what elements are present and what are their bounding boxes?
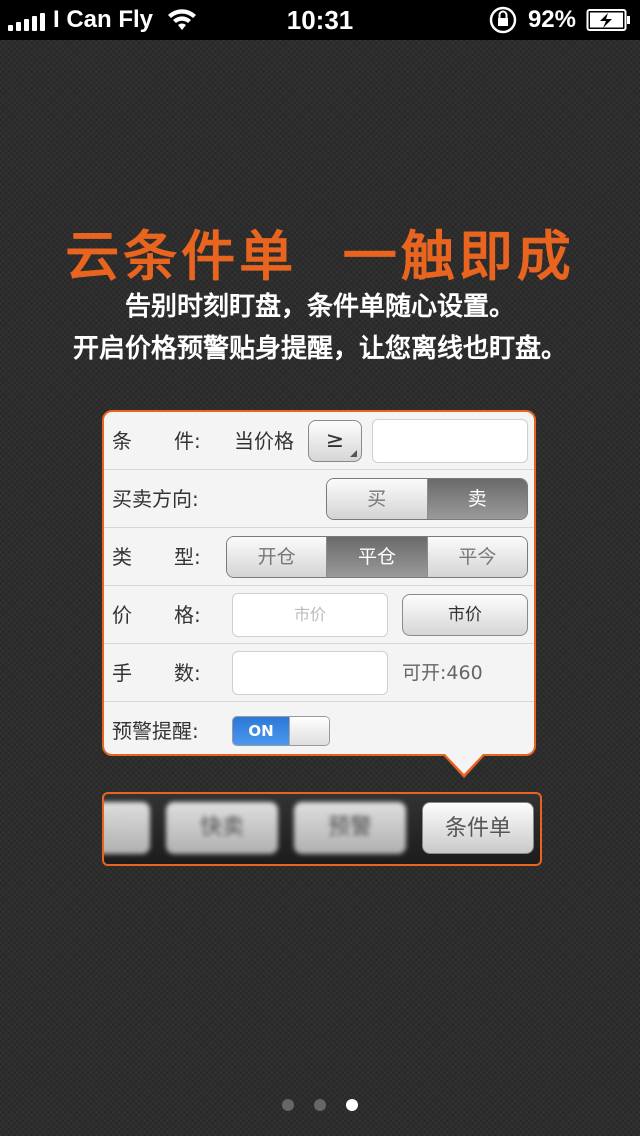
- price-input[interactable]: 市价: [232, 593, 388, 637]
- quantity-label-b: 数:: [174, 661, 201, 685]
- condition-field-label: 当价格: [234, 429, 294, 453]
- alert-row: 预警提醒: ON: [104, 702, 534, 754]
- condition-row: 条 件: 当价格 ≥: [104, 412, 534, 470]
- toggle-on-label: ON: [233, 717, 289, 745]
- toggle-knob: [289, 717, 329, 745]
- page-indicator: [0, 1099, 640, 1111]
- open-option[interactable]: 开仓: [227, 537, 328, 577]
- available-quantity: 可开:460: [402, 662, 483, 684]
- subtitle-1: 告别时刻盯盘，条件单随心设置。: [124, 292, 515, 322]
- direction-segmented: 买 卖: [326, 478, 528, 520]
- headline: 云条件单 一触即成: [65, 225, 575, 288]
- rotation-lock-icon: [489, 6, 517, 34]
- panel-pointer-fill: [445, 754, 483, 774]
- condition-label-a: 条: [112, 429, 132, 453]
- alert-label: 预警提醒:: [112, 719, 199, 743]
- close-option[interactable]: 平仓: [327, 537, 428, 577]
- quantity-row: 手 数: 可开:460: [104, 644, 534, 702]
- sell-option[interactable]: 卖: [427, 479, 527, 519]
- order-type-bar: 买 快卖 预警 条件单: [102, 792, 542, 866]
- subtitle-2: 开启价格预警贴身提醒，让您离线也盯盘。: [72, 334, 567, 364]
- direction-row: 买卖方向: 买 卖: [104, 470, 534, 528]
- type-segmented: 开仓 平仓 平今: [226, 536, 528, 578]
- type-label-b: 型:: [174, 545, 201, 569]
- direction-label: 买卖方向:: [112, 487, 199, 511]
- price-label-b: 格:: [174, 603, 201, 627]
- page-dot-1[interactable]: [282, 1099, 294, 1111]
- operator-label: ≥: [325, 428, 345, 453]
- page-dot-2[interactable]: [314, 1099, 326, 1111]
- market-price-button[interactable]: 市价: [402, 594, 528, 636]
- quick-sell-tab[interactable]: 快卖: [166, 802, 278, 854]
- type-label-a: 类: [112, 545, 132, 569]
- price-row: 价 格: 市价 市价: [104, 586, 534, 644]
- condition-order-panel: 条 件: 当价格 ≥ 买卖方向: 买 卖 类 型: 开仓 平仓 平今 价 格: …: [102, 410, 536, 756]
- condition-price-input[interactable]: [372, 419, 528, 463]
- status-bar: I Can Fly 10:31 92%: [0, 0, 640, 40]
- alert-tab[interactable]: 预警: [294, 802, 406, 854]
- condition-order-tab[interactable]: 条件单: [422, 802, 534, 854]
- condition-label-b: 件:: [174, 429, 201, 453]
- operator-button[interactable]: ≥: [308, 420, 362, 462]
- price-label-a: 价: [112, 603, 132, 627]
- battery-charging-icon: [586, 9, 630, 31]
- battery-percent: 92%: [527, 6, 576, 33]
- buy-option[interactable]: 买: [327, 479, 428, 519]
- type-row: 类 型: 开仓 平仓 平今: [104, 528, 534, 586]
- alert-toggle[interactable]: ON: [232, 716, 330, 746]
- buy-tab[interactable]: 买: [104, 802, 150, 854]
- quantity-input[interactable]: [232, 651, 388, 695]
- close-today-option[interactable]: 平今: [427, 537, 527, 577]
- page-dot-3[interactable]: [346, 1099, 358, 1111]
- quantity-label-a: 手: [112, 661, 132, 685]
- dropdown-corner-icon: [350, 450, 357, 457]
